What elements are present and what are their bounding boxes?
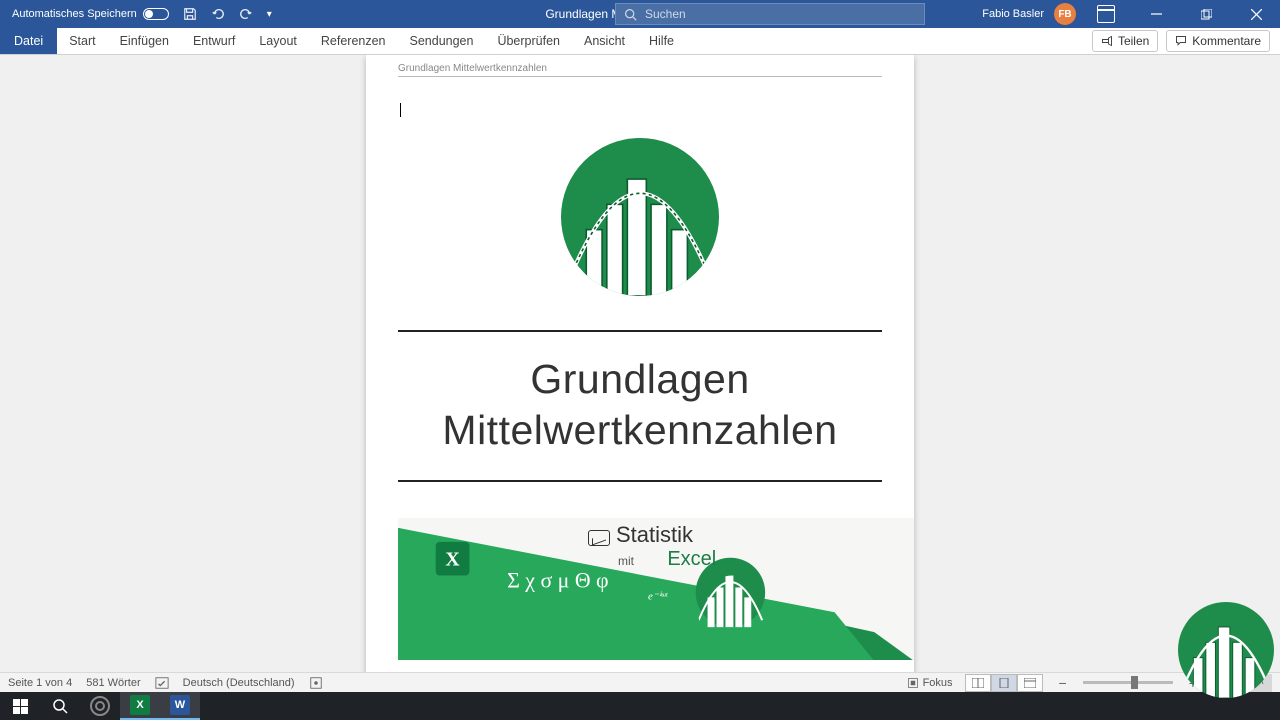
close-icon [1251,9,1262,20]
stats-logo [561,138,719,296]
maximize-icon [1201,9,1212,20]
status-bar: Seite 1 von 4 581 Wörter Deutsch (Deutsc… [0,672,1280,692]
corner-stats-logo [1178,602,1274,698]
window-controls: Fabio Basler FB [982,0,1280,28]
windows-icon [13,699,28,714]
print-layout-icon [998,678,1010,688]
search-icon [624,8,637,21]
taskbar-obs[interactable] [80,692,120,720]
minimize-button[interactable] [1136,0,1176,28]
language[interactable]: Deutsch (Deutschland) [183,677,295,689]
qat-customize-icon[interactable]: ▾ [267,9,272,20]
web-layout-icon [1024,678,1036,688]
taskbar-word[interactable]: W [160,692,200,720]
titlebar: Automatisches Speichern ▾ Grundlagen Mit… [0,0,1280,28]
avatar[interactable]: FB [1054,3,1076,25]
tab-hilfe[interactable]: Hilfe [637,28,686,54]
comment-icon [1175,35,1187,47]
toggle-switch-icon[interactable] [143,8,169,20]
obs-icon [90,696,110,716]
document-canvas[interactable]: Grundlagen Mittelwertkennzahlen Grundlag [0,55,1280,692]
macro-icon[interactable] [309,676,323,690]
share-icon [1101,35,1113,47]
page-info[interactable]: Seite 1 von 4 [8,677,72,689]
tab-referenzen[interactable]: Referenzen [309,28,398,54]
search-input[interactable]: Suchen [615,3,925,25]
print-layout-button[interactable] [991,674,1017,692]
greek-symbols: Σ χ σ μ Θ φ [507,568,609,592]
focus-mode[interactable]: Fokus [907,677,953,689]
tab-datei[interactable]: Datei [0,28,57,54]
search-placeholder: Suchen [645,7,686,21]
tab-start[interactable]: Start [57,28,107,54]
read-icon [972,678,984,688]
start-button[interactable] [0,692,40,720]
web-layout-button[interactable] [1017,674,1043,692]
focus-icon [907,677,919,689]
tab-sendungen[interactable]: Sendungen [398,28,486,54]
save-icon[interactable] [183,7,197,21]
close-button[interactable] [1236,0,1276,28]
word-count[interactable]: 581 Wörter [86,677,140,689]
undo-icon[interactable] [211,7,225,21]
zoom-thumb[interactable] [1131,676,1138,689]
page-header: Grundlagen Mittelwertkennzahlen [398,63,882,77]
redo-icon[interactable] [239,7,253,21]
svg-text:e⁻ⁱᵚᵗ: e⁻ⁱᵚᵗ [648,590,668,602]
banner-text: Statistik mit Excel [588,522,716,571]
maximize-button[interactable] [1186,0,1226,28]
tab-ueberpruefen[interactable]: Überprüfen [485,28,572,54]
autosave-toggle[interactable]: Automatisches Speichern [0,8,169,20]
share-button[interactable]: Teilen [1092,30,1158,52]
search-icon [52,698,68,714]
tab-layout[interactable]: Layout [247,28,309,54]
divider [398,330,882,332]
minimize-icon [1151,9,1162,20]
tab-einfuegen[interactable]: Einfügen [108,28,181,54]
chart-icon [588,530,610,546]
divider [398,480,882,482]
taskbar-search-button[interactable] [40,692,80,720]
word-icon: W [170,695,190,715]
user-name[interactable]: Fabio Basler [982,8,1044,20]
zoom-out-button[interactable]: − [1055,675,1071,691]
ribbon-tabs: Datei Start Einfügen Entwurf Layout Refe… [0,28,1280,55]
text-cursor [400,103,401,117]
spellcheck-icon[interactable] [155,676,169,690]
taskbar-excel[interactable]: X [120,692,160,720]
tab-entwurf[interactable]: Entwurf [181,28,247,54]
tab-ansicht[interactable]: Ansicht [572,28,637,54]
zoom-slider[interactable] [1083,681,1173,684]
banner-image: X Σ χ σ μ Θ φ e⁻ⁱᵚᵗ Statistik [398,518,914,662]
taskbar: X W [0,692,1280,720]
document-page[interactable]: Grundlagen Mittelwertkennzahlen Grundlag [366,55,914,692]
autosave-label: Automatisches Speichern [12,8,137,20]
read-mode-button[interactable] [965,674,991,692]
quick-access-toolbar: ▾ [183,7,272,21]
comments-button[interactable]: Kommentare [1166,30,1270,52]
svg-text:X: X [445,548,460,570]
ribbon-display-icon [1097,5,1115,23]
view-mode-buttons [965,674,1043,692]
ribbon-display-button[interactable] [1086,0,1126,28]
document-title-heading: Grundlagen Mittelwertkennzahlen [398,354,882,457]
excel-icon: X [130,695,150,715]
